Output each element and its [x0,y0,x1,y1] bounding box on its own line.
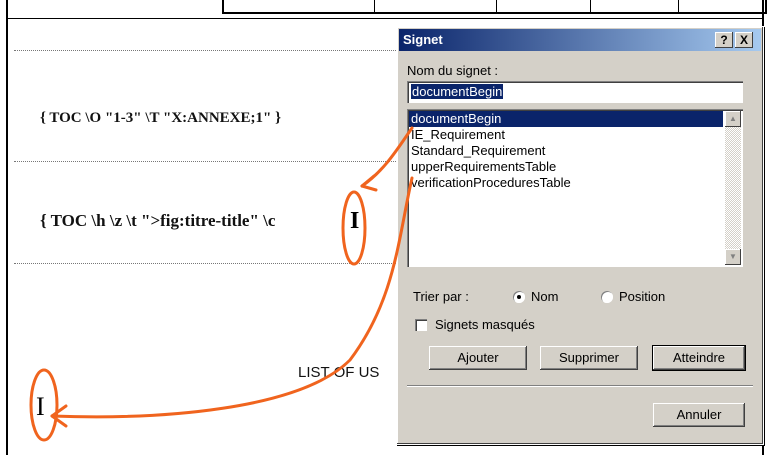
bookmark-list-item[interactable]: upperRequirementsTable [409,159,723,175]
dialog-titlebar[interactable]: Signet ? X [399,29,761,51]
checkbox-icon [415,318,427,331]
bookmark-name-input[interactable]: documentBegin [407,81,743,103]
page-border-left [6,0,8,455]
sort-name-label: Nom [531,289,559,304]
hidden-bookmarks-label: Signets masqués [435,317,535,332]
bookmark-list-item[interactable]: documentBegin [409,111,723,127]
cancel-button[interactable]: Annuler [653,403,745,427]
bookmark-list-item[interactable]: IE_Requirement [409,127,723,143]
bookmark-list-item[interactable]: Standard_Requirement [409,143,723,159]
radio-selected-icon [513,290,525,303]
bookmark-name-value: documentBegin [411,84,504,99]
sort-position-label: Position [619,289,666,304]
goto-button[interactable]: Atteindre [652,345,746,371]
sort-label: Trier par : [413,289,469,304]
help-button[interactable]: ? [715,32,733,48]
bookmark-list-item[interactable]: verificationProceduresTable [409,175,723,191]
sort-by-position-radio[interactable]: Position [601,289,665,304]
list-scrollbar[interactable]: ▲ ▼ [725,111,741,265]
dialog-separator [407,385,753,387]
sort-by-name-radio[interactable]: Nom [513,289,558,304]
header-table [222,0,767,14]
text-cursor-icon: I [36,392,45,421]
add-button[interactable]: Ajouter [429,346,527,370]
toc-field-code-2[interactable]: { TOC \h \z \t ">fig:titre-title" \c [40,211,275,231]
bookmark-name-label: Nom du signet : [407,63,499,78]
delete-button[interactable]: Supprimer [540,346,638,370]
bookmark-list[interactable]: documentBegin IE_Requirement Standard_Requ… [407,109,743,267]
hidden-bookmarks-checkbox[interactable]: Signets masqués [415,317,535,332]
scroll-up-icon[interactable]: ▲ [725,111,741,127]
text-cursor-icon: I [350,208,360,234]
bookmark-dialog: Signet ? X Nom du signet : documentBegin… [396,26,764,445]
radio-unselected-icon [601,290,613,303]
section-top-line [8,18,762,19]
list-of-heading: LIST OF US [298,364,380,381]
toc-field-code-1[interactable]: { TOC \O "1-3" \T "X:ANNEXE;1" } [40,110,281,127]
close-button[interactable]: X [735,32,753,48]
scroll-down-icon[interactable]: ▼ [725,249,741,265]
dialog-title: Signet [403,32,443,47]
